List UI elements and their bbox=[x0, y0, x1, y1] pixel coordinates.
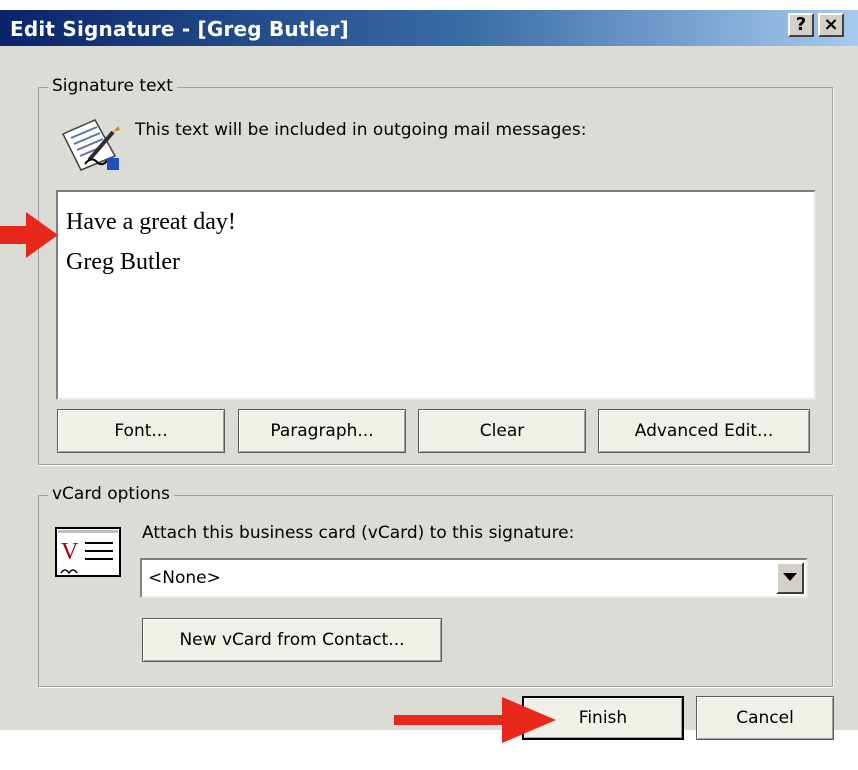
title-bar[interactable]: Edit Signature - [Greg Butler] bbox=[0, 10, 858, 46]
annotation-arrow-signature bbox=[0, 212, 58, 258]
signature-pen-icon bbox=[55, 112, 125, 178]
vcard-icon: V bbox=[55, 527, 125, 583]
vcard-description: Attach this business card (vCard) to thi… bbox=[142, 523, 575, 543]
paragraph-button[interactable]: Paragraph... bbox=[238, 409, 406, 453]
window-title: Edit Signature - [Greg Butler] bbox=[10, 17, 349, 41]
close-button[interactable]: × bbox=[818, 13, 844, 37]
chevron-down-icon bbox=[783, 573, 797, 581]
cancel-button[interactable]: Cancel bbox=[696, 696, 834, 740]
annotation-arrow-finish bbox=[394, 697, 556, 743]
signature-group-label: Signature text bbox=[48, 76, 177, 96]
help-button[interactable]: ? bbox=[788, 13, 814, 37]
new-vcard-button[interactable]: New vCard from Contact... bbox=[142, 618, 442, 662]
signature-line-1: Have a great day! bbox=[66, 209, 236, 235]
font-button[interactable]: Font... bbox=[57, 409, 225, 453]
vcard-select[interactable]: <None> bbox=[140, 558, 808, 598]
signature-line-3: Greg Butler bbox=[66, 249, 180, 275]
dropdown-arrow-button[interactable] bbox=[776, 562, 804, 594]
signature-description: This text will be included in outgoing m… bbox=[135, 120, 587, 140]
vcard-group-label: vCard options bbox=[48, 484, 174, 504]
vcard-select-value: <None> bbox=[148, 568, 221, 588]
clear-button[interactable]: Clear bbox=[418, 409, 586, 453]
signature-text-area[interactable]: Have a great day! Greg Butler bbox=[56, 190, 816, 400]
svg-text:V: V bbox=[61, 539, 79, 565]
advanced-edit-button[interactable]: Advanced Edit... bbox=[598, 409, 810, 453]
